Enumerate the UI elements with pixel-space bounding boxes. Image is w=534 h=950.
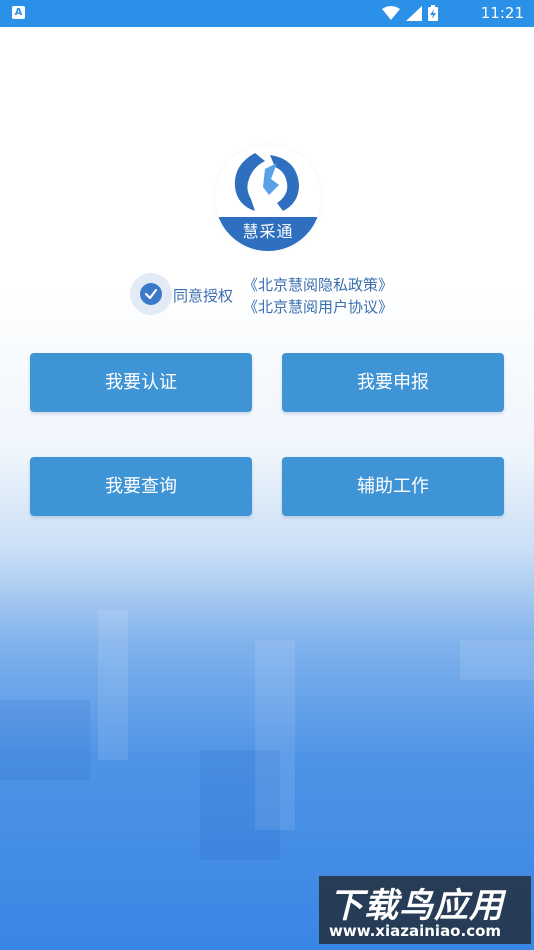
logo-text: 慧采通 (215, 217, 321, 251)
cell-signal-icon (406, 5, 422, 21)
agree-checkbox[interactable] (130, 273, 172, 315)
status-bar: A 11:21 (0, 0, 534, 27)
app-notification-icon: A (12, 6, 25, 19)
background-block (0, 700, 90, 780)
watermark: 下载鸟应用 www.xiazainiao.com (319, 876, 531, 944)
assist-button[interactable]: 辅助工作 (282, 457, 504, 516)
logo-mark-icon (234, 153, 299, 211)
query-button[interactable]: 我要查询 (30, 457, 252, 516)
clock: 11:21 (480, 4, 524, 22)
status-icons (382, 5, 438, 21)
battery-charging-icon (428, 5, 438, 21)
agree-label: 同意授权 (173, 287, 234, 305)
certify-button[interactable]: 我要认证 (30, 353, 252, 412)
user-agreement-link[interactable]: 《北京慧阅用户协议》 (243, 296, 393, 317)
watermark-title: 下载鸟应用 (329, 886, 504, 926)
watermark-url: www.xiazainiao.com (329, 922, 502, 940)
background-block (98, 610, 128, 760)
background-block (460, 640, 534, 680)
report-button[interactable]: 我要申报 (282, 353, 504, 412)
background-block (200, 750, 280, 860)
checkmark-icon (140, 283, 162, 305)
app-logo: 慧采通 (215, 145, 321, 251)
privacy-policy-link[interactable]: 《北京慧阅隐私政策》 (243, 274, 393, 295)
wifi-icon (382, 5, 400, 20)
